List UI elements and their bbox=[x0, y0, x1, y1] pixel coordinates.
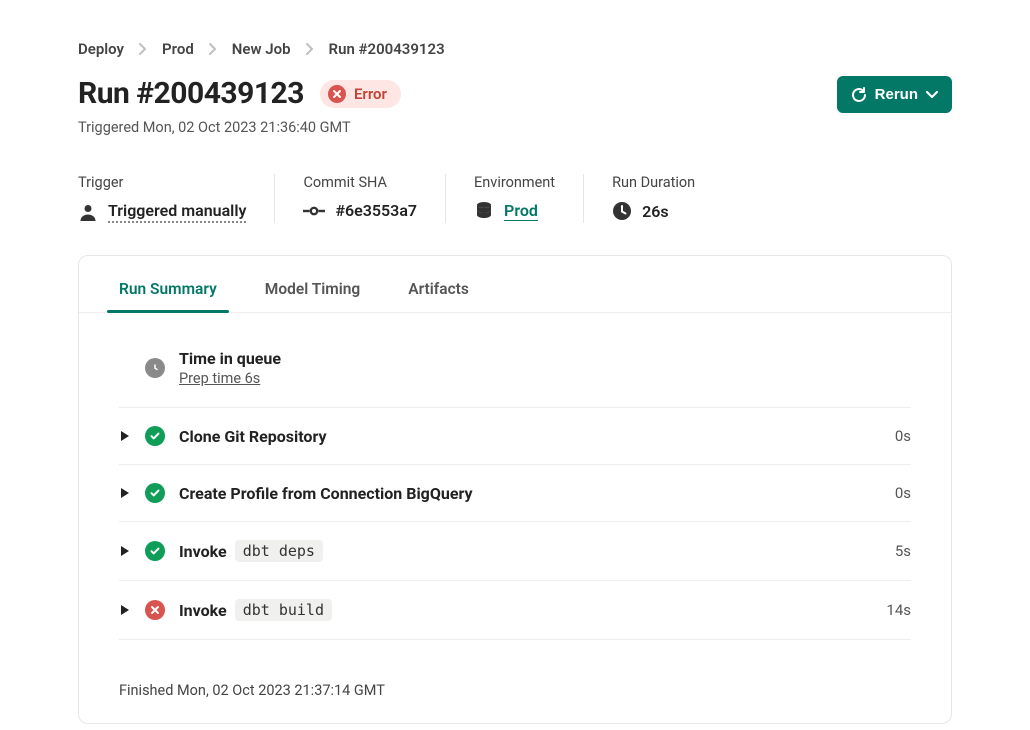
meta-commit-value: #6e3553a7 bbox=[335, 201, 417, 220]
step-deps-prefix: Invoke bbox=[179, 542, 227, 561]
chevron-right-icon bbox=[139, 43, 147, 55]
git-commit-icon bbox=[303, 205, 325, 217]
step-profile[interactable]: Create Profile from Connection BigQuery … bbox=[119, 465, 911, 522]
meta-trigger-label: Trigger bbox=[78, 174, 246, 191]
step-deps[interactable]: Invoke dbt deps 5s bbox=[119, 522, 911, 581]
meta-env-value[interactable]: Prod bbox=[504, 201, 538, 221]
step-clone-duration: 0s bbox=[871, 427, 911, 445]
expand-toggle[interactable] bbox=[119, 546, 131, 556]
tabs: Run Summary Model Timing Artifacts bbox=[79, 256, 951, 313]
database-icon bbox=[474, 201, 494, 221]
page-title: Run #200439123 bbox=[78, 76, 304, 111]
triggered-timestamp: Triggered Mon, 02 Oct 2023 21:36:40 GMT bbox=[78, 119, 952, 136]
run-card: Run Summary Model Timing Artifacts Time … bbox=[78, 255, 952, 724]
meta-row: Trigger Triggered manually Commit SHA #6… bbox=[78, 174, 952, 223]
breadcrumb-run[interactable]: Run #200439123 bbox=[329, 40, 445, 58]
step-build[interactable]: Invoke dbt build 14s bbox=[119, 581, 911, 640]
status-badge-label: Error bbox=[354, 85, 387, 103]
chevron-right-icon bbox=[209, 43, 217, 55]
check-circle-icon bbox=[145, 541, 165, 561]
step-profile-title: Create Profile from Connection BigQuery bbox=[179, 484, 857, 503]
step-clone[interactable]: Clone Git Repository 0s bbox=[119, 408, 911, 465]
step-profile-duration: 0s bbox=[871, 484, 911, 502]
meta-commit-label: Commit SHA bbox=[303, 174, 417, 191]
chevron-down-icon bbox=[926, 91, 938, 99]
step-deps-code: dbt deps bbox=[235, 540, 323, 562]
tab-model-timing[interactable]: Model Timing bbox=[265, 280, 360, 312]
rerun-button-label: Rerun bbox=[875, 86, 918, 103]
check-circle-icon bbox=[145, 426, 165, 446]
step-queue-title: Time in queue bbox=[179, 349, 857, 368]
breadcrumb: Deploy Prod New Job Run #200439123 bbox=[78, 40, 952, 58]
clock-icon bbox=[612, 201, 632, 221]
meta-env-label: Environment bbox=[474, 174, 555, 191]
meta-duration-value: 26s bbox=[642, 202, 669, 221]
expand-toggle[interactable] bbox=[119, 431, 131, 441]
user-icon bbox=[78, 202, 98, 222]
tab-run-summary[interactable]: Run Summary bbox=[119, 280, 217, 312]
breadcrumb-deploy[interactable]: Deploy bbox=[78, 40, 124, 58]
check-circle-icon bbox=[145, 483, 165, 503]
step-build-prefix: Invoke bbox=[179, 601, 227, 620]
x-circle-icon bbox=[328, 85, 346, 103]
breadcrumb-new-job[interactable]: New Job bbox=[232, 40, 291, 58]
meta-duration-label: Run Duration bbox=[612, 174, 695, 191]
clock-icon bbox=[145, 358, 165, 378]
status-badge: Error bbox=[320, 80, 401, 108]
step-queue-sub[interactable]: Prep time 6s bbox=[179, 370, 260, 387]
step-build-code: dbt build bbox=[235, 599, 332, 621]
rerun-button[interactable]: Rerun bbox=[837, 76, 952, 113]
meta-trigger-value[interactable]: Triggered manually bbox=[108, 201, 246, 223]
step-queue: Time in queue Prep time 6s bbox=[119, 325, 911, 408]
breadcrumb-prod[interactable]: Prod bbox=[162, 40, 194, 58]
tab-artifacts[interactable]: Artifacts bbox=[408, 280, 469, 312]
expand-toggle[interactable] bbox=[119, 605, 131, 615]
finished-timestamp: Finished Mon, 02 Oct 2023 21:37:14 GMT bbox=[79, 664, 951, 723]
refresh-icon bbox=[851, 87, 867, 103]
step-deps-duration: 5s bbox=[871, 542, 911, 560]
chevron-right-icon bbox=[306, 43, 314, 55]
expand-toggle[interactable] bbox=[119, 488, 131, 498]
step-build-duration: 14s bbox=[871, 601, 911, 619]
step-clone-title: Clone Git Repository bbox=[179, 427, 857, 446]
x-circle-icon bbox=[145, 600, 165, 620]
